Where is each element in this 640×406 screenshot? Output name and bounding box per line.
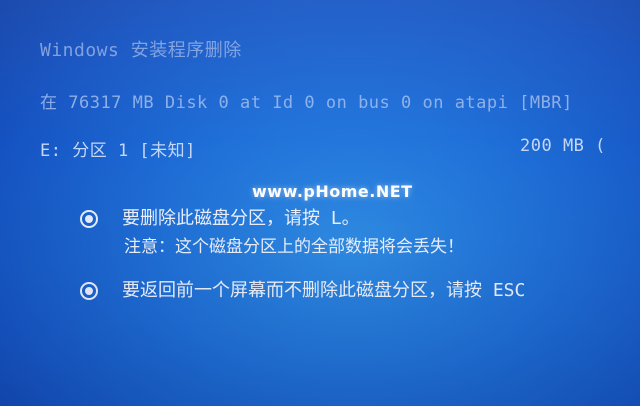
partition-label: E: 分区 1 [未知] [40, 141, 196, 161]
option-return-label: 要返回前一个屏幕而不删除此磁盘分区，请按 ESC [122, 280, 526, 301]
setup-screen: Windows 安装程序删除 在 76317 MB Disk 0 at Id 0… [0, 0, 640, 406]
watermark: www.pHome.NET [252, 182, 413, 201]
disk-info: 在 76317 MB Disk 0 at Id 0 on bus 0 on at… [40, 93, 573, 113]
bullet-icon [80, 282, 98, 300]
option-delete-warning: 注意：这个磁盘分区上的全部数据将会丢失！ [124, 237, 464, 257]
setup-title: Windows 安装程序删除 [40, 40, 242, 61]
option-delete-label: 要删除此磁盘分区，请按 L。 [122, 208, 360, 229]
option-delete[interactable]: 要删除此磁盘分区，请按 L。 [80, 204, 360, 230]
partition-size: 200 MB ( [520, 136, 606, 156]
bullet-icon [80, 210, 98, 228]
option-return[interactable]: 要返回前一个屏幕而不删除此磁盘分区，请按 ESC [80, 276, 525, 302]
partition-row[interactable]: E: 分区 1 [未知] 200 MB ( [40, 136, 605, 161]
